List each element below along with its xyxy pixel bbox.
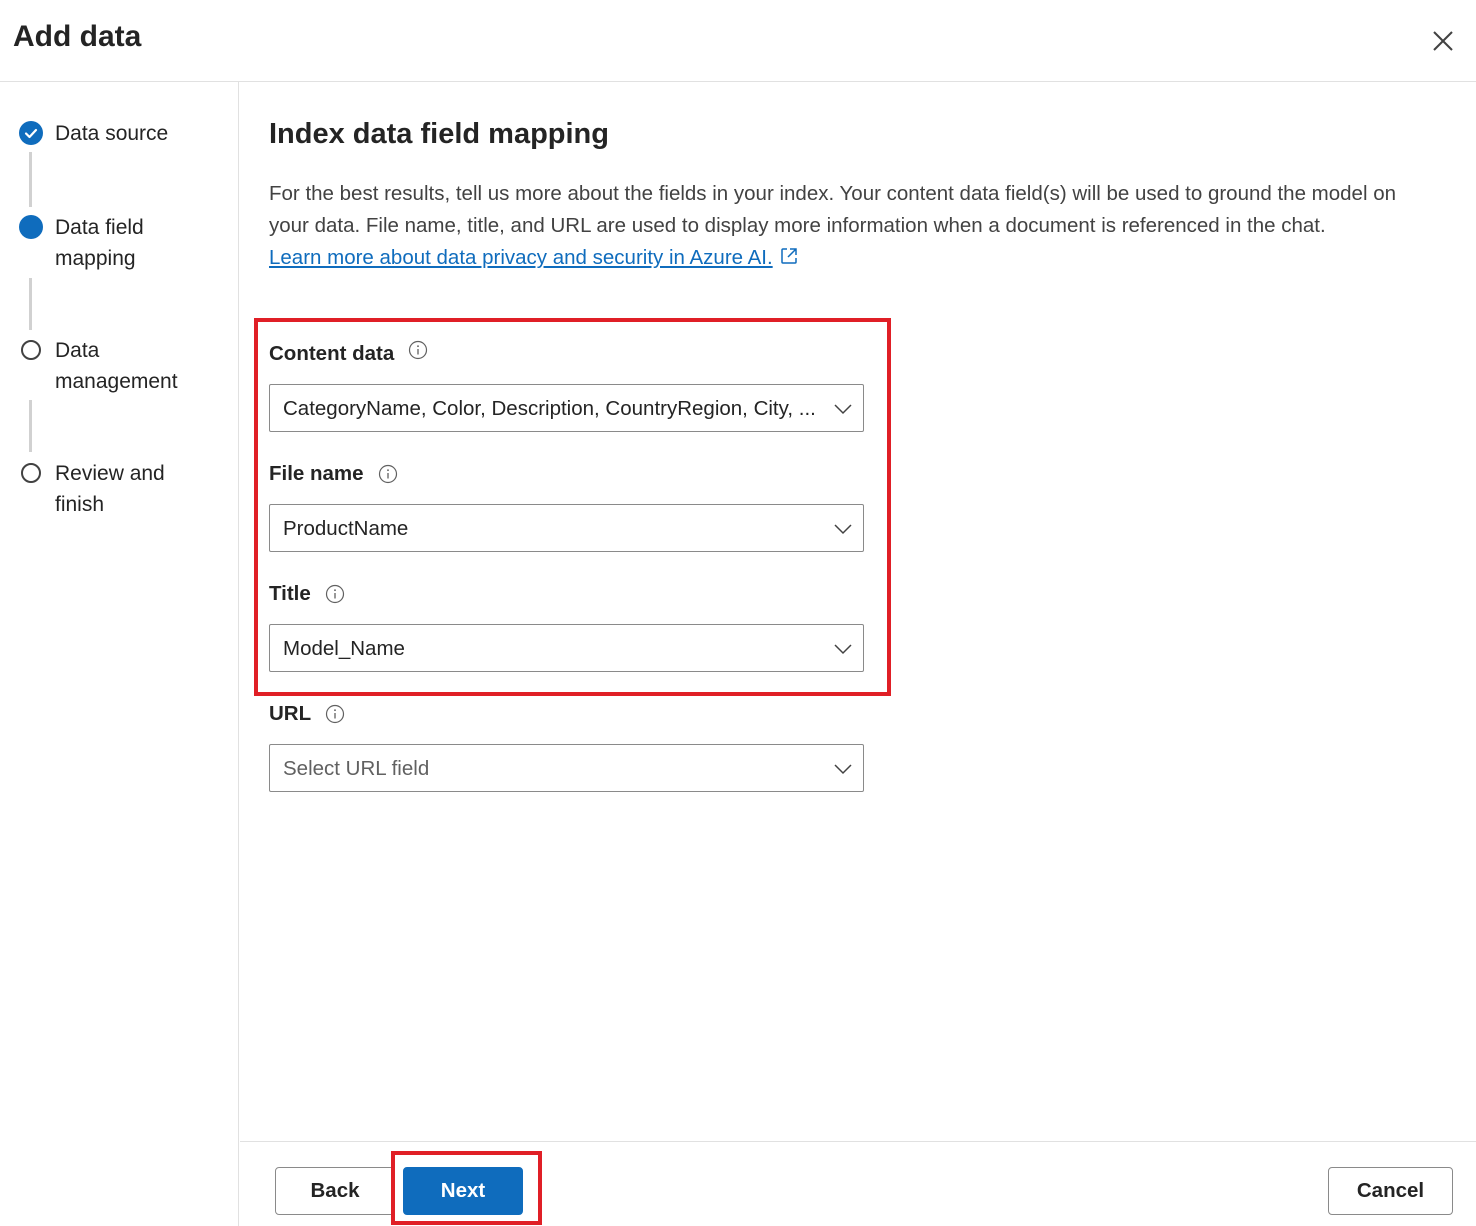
close-button[interactable] [1426, 24, 1460, 58]
url-dropdown[interactable]: Select URL field [269, 744, 864, 792]
content-data-label-text: Content data [269, 342, 395, 365]
info-icon[interactable] [408, 340, 428, 360]
cancel-button[interactable]: Cancel [1328, 1167, 1453, 1215]
page-description: For the best results, tell us more about… [269, 178, 1439, 274]
main-content: Index data field mapping For the best re… [240, 82, 1476, 1142]
dialog-title: Add data [13, 20, 142, 53]
next-button[interactable]: Next [403, 1167, 523, 1215]
title-value: Model_Name [283, 637, 405, 660]
title-dropdown[interactable]: Model_Name [269, 624, 864, 672]
info-icon[interactable] [325, 584, 345, 604]
empty-circle-icon [21, 340, 41, 360]
step-navigation: Data source Data field mapping Data mana… [0, 82, 239, 1226]
step-label: Data field mapping [55, 216, 144, 270]
title-label: Title [269, 582, 345, 606]
chevron-down-icon [834, 764, 852, 775]
chevron-down-icon [834, 404, 852, 415]
external-link-icon [780, 248, 797, 264]
learn-more-link[interactable]: Learn more about data privacy and securi… [269, 246, 773, 269]
chevron-down-icon [834, 524, 852, 535]
file-name-label: File name [269, 462, 398, 486]
step-label: Data source [55, 122, 169, 145]
page-title: Index data field mapping [269, 118, 609, 150]
file-name-value: ProductName [283, 517, 409, 540]
close-icon [1433, 31, 1453, 51]
step-connector [29, 400, 32, 452]
url-placeholder: Select URL field [283, 757, 430, 780]
checkmark-icon [19, 121, 43, 145]
url-label-text: URL [269, 702, 312, 725]
content-data-label: Content data [269, 340, 428, 366]
chevron-down-icon [834, 644, 852, 655]
step-label: Data management [55, 339, 178, 393]
file-name-dropdown[interactable]: ProductName [269, 504, 864, 552]
title-label-text: Title [269, 582, 311, 605]
file-name-label-text: File name [269, 462, 364, 485]
dialog-header: Add data [0, 0, 1476, 82]
step-connector [29, 278, 32, 330]
info-icon[interactable] [325, 704, 345, 724]
content-data-value: CategoryName, Color, Description, Countr… [283, 397, 816, 420]
step-connector [29, 152, 32, 207]
step-label: Review and finish [55, 462, 165, 516]
back-button[interactable]: Back [275, 1167, 395, 1215]
dialog-footer: Back Next Cancel [240, 1141, 1476, 1226]
description-text: For the best results, tell us more about… [269, 182, 1397, 237]
filled-circle-icon [19, 215, 43, 239]
empty-circle-icon [21, 463, 41, 483]
url-label: URL [269, 702, 345, 726]
content-data-dropdown[interactable]: CategoryName, Color, Description, Countr… [269, 384, 864, 432]
info-icon[interactable] [378, 464, 398, 484]
learn-more-link-text: Learn more about data privacy and securi… [269, 246, 773, 269]
